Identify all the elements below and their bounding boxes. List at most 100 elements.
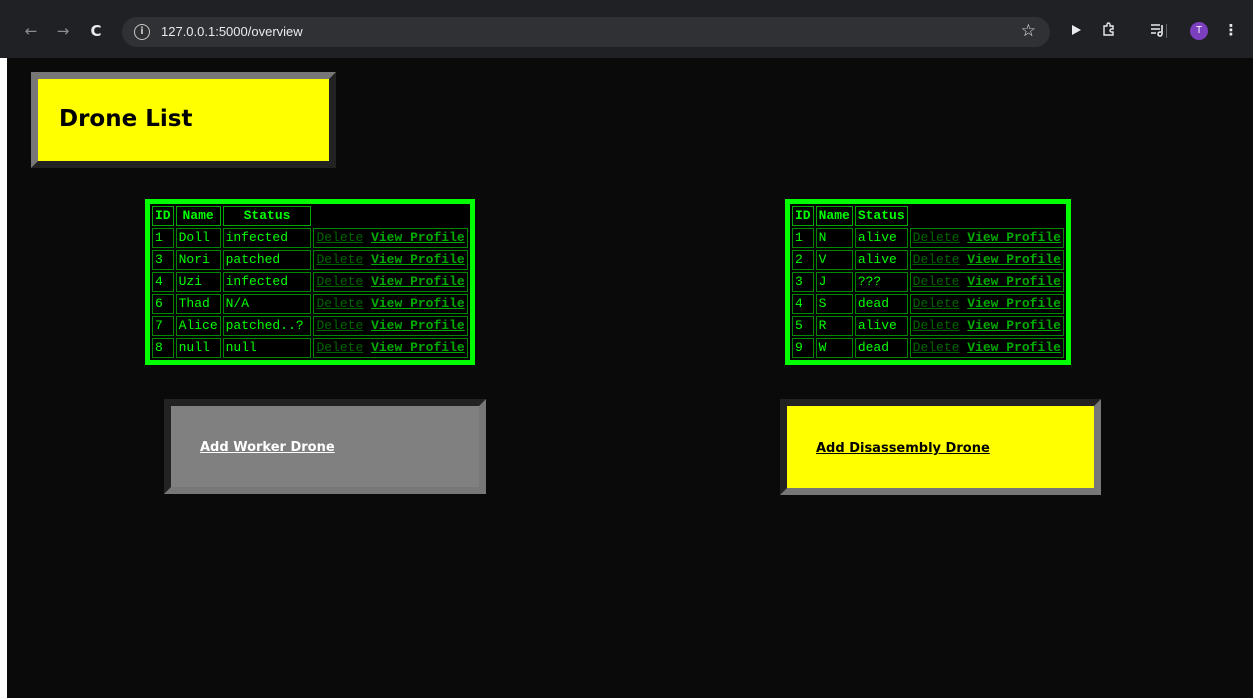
cell-actions: Delete View Profile <box>313 316 468 336</box>
cell-id: 5 <box>792 316 814 336</box>
table-header-row: ID Name Status <box>152 206 468 226</box>
reading-list-icon[interactable] <box>1148 20 1168 40</box>
view-profile-link[interactable]: View Profile <box>371 296 465 311</box>
worker-drone-table-container: ID Name Status 1 Doll infected Delete View … <box>145 199 475 365</box>
page-title: Drone List <box>59 106 193 132</box>
table-row: 1 Doll infected Delete View Profile <box>152 228 468 248</box>
header-actions <box>313 206 467 226</box>
table-row: 5 Ralive Delete View Profile <box>792 316 1064 336</box>
header-name: Name <box>815 206 853 226</box>
view-profile-link[interactable]: View Profile <box>371 252 465 267</box>
cell-id: 1 <box>792 228 814 248</box>
cell-name: Doll <box>175 228 221 248</box>
cell-id: 3 <box>792 272 814 292</box>
cell-actions: Delete View Profile <box>909 250 1064 270</box>
add-disassembly-drone-link[interactable]: Add Disassembly Drone <box>816 441 990 456</box>
header-status: Status <box>222 206 312 226</box>
table-row: 3 J??? Delete View Profile <box>792 272 1064 292</box>
cell-status: alive <box>854 250 908 270</box>
reload-icon[interactable]: C <box>86 21 106 41</box>
view-profile-link[interactable]: View Profile <box>967 318 1061 333</box>
view-profile-link[interactable]: View Profile <box>967 230 1061 245</box>
view-profile-link[interactable]: View Profile <box>967 296 1061 311</box>
cell-actions: Delete View Profile <box>909 316 1064 336</box>
cell-id: 3 <box>152 250 174 270</box>
view-profile-link[interactable]: View Profile <box>967 274 1061 289</box>
delete-link[interactable]: Delete <box>913 340 960 355</box>
add-worker-drone-link[interactable]: Add Worker Drone <box>200 440 335 455</box>
delete-link[interactable]: Delete <box>316 340 363 355</box>
cell-status: patched..? <box>222 316 312 336</box>
delete-link[interactable]: Delete <box>316 274 363 289</box>
cell-actions: Delete View Profile <box>313 228 468 248</box>
cell-actions: Delete View Profile <box>909 228 1064 248</box>
delete-link[interactable]: Delete <box>913 252 960 267</box>
bookmark-star-icon[interactable]: ☆ <box>1021 21 1036 41</box>
table-row: 7 Alice patched..? Delete View Profile <box>152 316 468 336</box>
cell-name: Nori <box>175 250 221 270</box>
cell-status: patched <box>222 250 312 270</box>
cell-status: alive <box>854 228 908 248</box>
cell-actions: Delete View Profile <box>909 294 1064 314</box>
cell-name: Thad <box>175 294 221 314</box>
view-profile-link[interactable]: View Profile <box>371 230 465 245</box>
header-id: ID <box>792 206 814 226</box>
cell-name: Uzi <box>175 272 221 292</box>
cell-id: 4 <box>792 294 814 314</box>
delete-link[interactable]: Delete <box>316 230 363 245</box>
cell-actions: Delete View Profile <box>313 272 468 292</box>
delete-link[interactable]: Delete <box>316 296 363 311</box>
view-profile-link[interactable]: View Profile <box>371 340 465 355</box>
table-row: 2 Valive Delete View Profile <box>792 250 1064 270</box>
delete-link[interactable]: Delete <box>316 318 363 333</box>
cell-actions: Delete View Profile <box>909 272 1064 292</box>
cell-name: S <box>815 294 853 314</box>
view-profile-link[interactable]: View Profile <box>371 318 465 333</box>
cell-status: dead <box>854 294 908 314</box>
cell-status: alive <box>854 316 908 336</box>
cell-id: 4 <box>152 272 174 292</box>
view-profile-link[interactable]: View Profile <box>967 340 1061 355</box>
header-id: ID <box>152 206 174 226</box>
cell-actions: Delete View Profile <box>313 250 468 270</box>
back-icon[interactable]: ← <box>21 21 41 41</box>
cast-play-icon[interactable] <box>1066 20 1086 40</box>
delete-link[interactable]: Delete <box>913 274 960 289</box>
table-row: 4 Sdead Delete View Profile <box>792 294 1064 314</box>
header-name: Name <box>175 206 221 226</box>
forward-icon[interactable]: → <box>53 21 73 41</box>
cell-status: infected <box>222 228 312 248</box>
menu-icon[interactable]: ⋮ <box>1221 20 1241 40</box>
table-row: 4 Uzi infected Delete View Profile <box>152 272 468 292</box>
add-worker-drone-box[interactable]: Add Worker Drone <box>164 399 486 494</box>
cell-id: 9 <box>792 338 814 358</box>
table-row: 9 Wdead Delete View Profile <box>792 338 1064 358</box>
cell-actions: Delete View Profile <box>313 338 468 358</box>
delete-link[interactable]: Delete <box>316 252 363 267</box>
cell-name: Alice <box>175 316 221 336</box>
cell-id: 8 <box>152 338 174 358</box>
profile-avatar[interactable]: T <box>1190 22 1208 40</box>
view-profile-link[interactable]: View Profile <box>371 274 465 289</box>
site-info-icon[interactable]: i <box>134 24 150 40</box>
table-row: 6 Thad N/A Delete View Profile <box>152 294 468 314</box>
cell-id: 1 <box>152 228 174 248</box>
cell-name: R <box>815 316 853 336</box>
delete-link[interactable]: Delete <box>913 318 960 333</box>
view-profile-link[interactable]: View Profile <box>967 252 1061 267</box>
cell-id: 2 <box>792 250 814 270</box>
address-bar[interactable]: i 127.0.0.1:5000/overview ☆ <box>122 17 1050 47</box>
cell-name: W <box>815 338 853 358</box>
cell-actions: Delete View Profile <box>909 338 1064 358</box>
delete-link[interactable]: Delete <box>913 296 960 311</box>
url-text[interactable]: 127.0.0.1:5000/overview <box>161 24 303 39</box>
extensions-icon[interactable] <box>1099 20 1119 40</box>
add-disassembly-drone-box[interactable]: Add Disassembly Drone <box>780 399 1101 495</box>
delete-link[interactable]: Delete <box>913 230 960 245</box>
cell-status: ??? <box>854 272 908 292</box>
table-row: 8 null null Delete View Profile <box>152 338 468 358</box>
